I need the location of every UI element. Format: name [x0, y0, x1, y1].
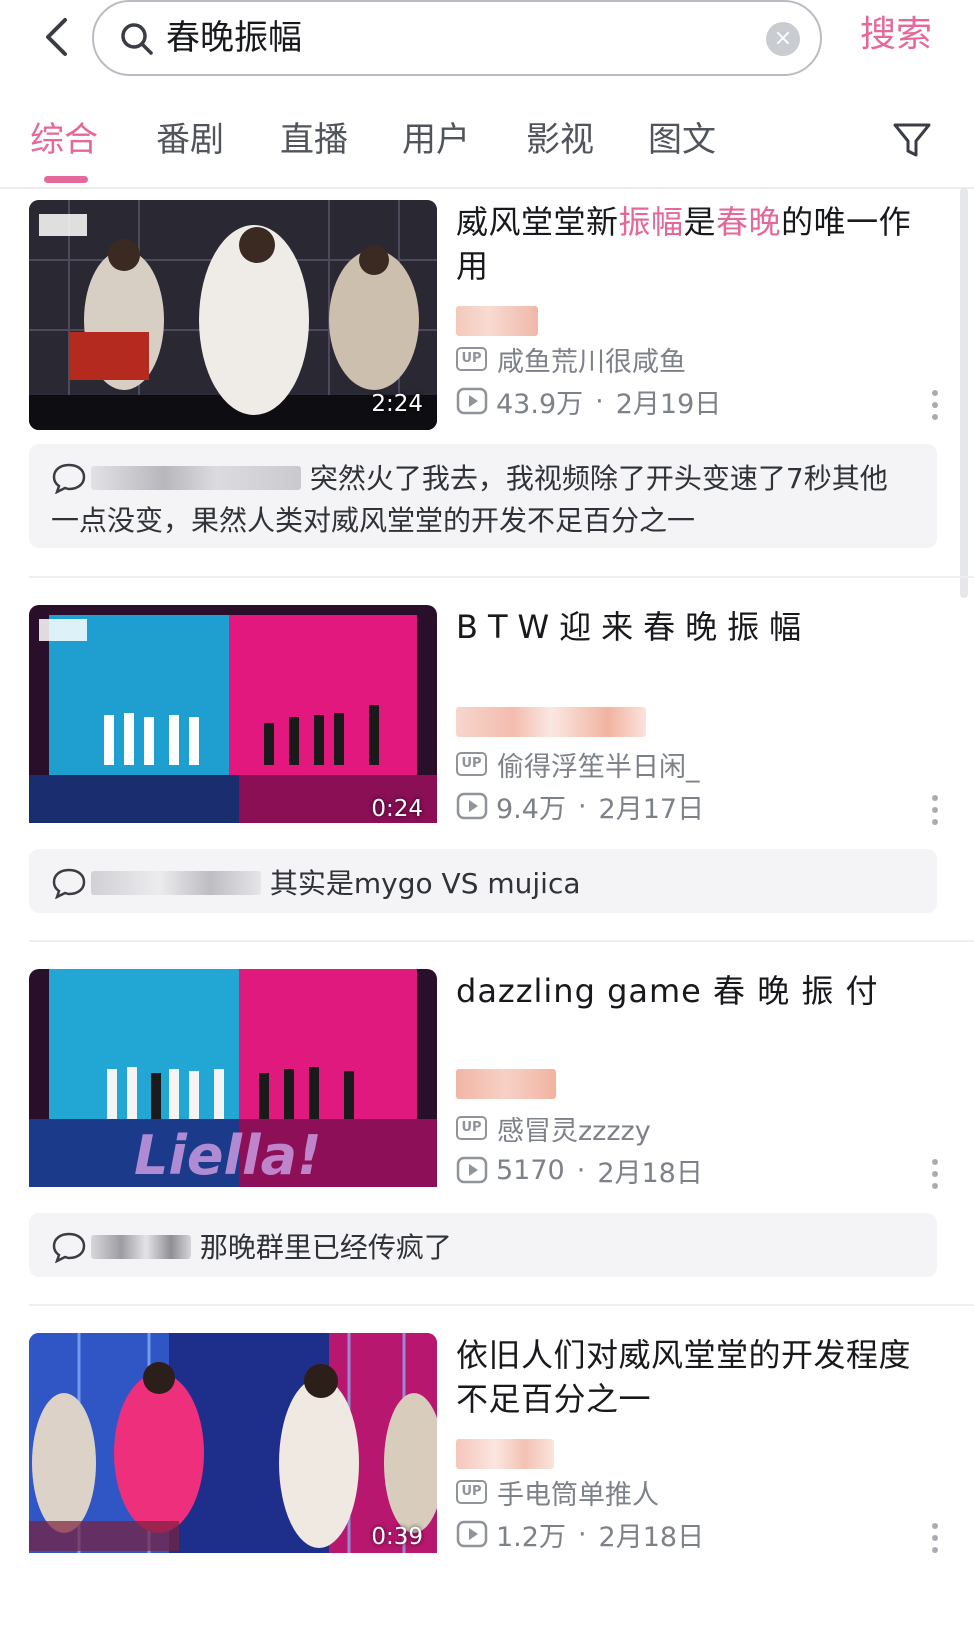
play-count-icon: [456, 1156, 488, 1184]
blurred-tag: [456, 306, 538, 336]
view-count: 1.2万: [496, 1521, 566, 1553]
blurred-tag: [456, 1069, 556, 1099]
video-title[interactable]: 威风堂堂新振幅是春晚的唯一作用: [456, 200, 936, 288]
svg-text:Liella!: Liella!: [134, 1124, 322, 1187]
more-vertical-icon[interactable]: [930, 1157, 940, 1191]
title-segment: 威风堂堂新: [456, 203, 619, 241]
search-tabs: 综合 番剧 直播 用户 影视 图文: [0, 110, 974, 186]
item-divider: [29, 576, 974, 578]
stats-row: 9.4万 · 2月17日: [456, 787, 704, 825]
view-count: 9.4万: [496, 793, 566, 825]
uploader-row[interactable]: UP 咸鱼荒川很咸鱼: [456, 340, 686, 378]
blurred-username: [91, 1235, 191, 1259]
video-title[interactable]: dazzling game 春 晚 振 付: [456, 969, 936, 1013]
uploader-name[interactable]: 偷得浮笙半日闲_: [497, 745, 700, 784]
more-vertical-icon[interactable]: [930, 1521, 940, 1555]
video-thumbnail[interactable]: 0:24: [29, 605, 437, 835]
separator-dot: ·: [576, 1154, 586, 1186]
view-count: 43.9万: [496, 388, 584, 420]
uploader-row[interactable]: UP 手电筒单推人: [456, 1473, 659, 1511]
active-tab-indicator: [44, 176, 88, 183]
video-duration: 0:39: [371, 1524, 423, 1550]
comment-icon: [52, 1232, 86, 1263]
uploader-name[interactable]: 手电筒单推人: [497, 1473, 659, 1512]
play-count-icon: [456, 792, 488, 820]
tab-anime[interactable]: 番剧: [156, 116, 224, 164]
separator-dot: ·: [577, 1518, 587, 1550]
video-thumbnail[interactable]: 2:24: [29, 200, 437, 430]
tab-users[interactable]: 用户: [402, 116, 470, 164]
title-highlight: 振幅: [618, 203, 684, 241]
stats-row: 5170 · 2月18日: [456, 1151, 703, 1189]
blurred-username: [91, 871, 261, 895]
blurred-username: [91, 466, 301, 490]
tab-articles[interactable]: 图文: [648, 116, 716, 164]
title-highlight: 春晚: [716, 203, 782, 241]
item-divider: [29, 940, 974, 942]
search-query-text[interactable]: 春晚振幅: [166, 14, 302, 62]
top-comment[interactable]: 其实是mygo VS mujica: [29, 849, 937, 913]
video-duration: 0:24: [371, 796, 423, 822]
up-badge-icon: UP: [456, 752, 487, 776]
uploader-row[interactable]: UP 偷得浮笙半日闲_: [456, 745, 700, 783]
more-vertical-icon[interactable]: [930, 388, 940, 422]
item-divider: [29, 1304, 974, 1306]
title-segment: 依旧人们对威风堂堂的开发程度不足百分之一: [456, 1336, 912, 1418]
uploader-name[interactable]: 咸鱼荒川很咸鱼: [497, 340, 686, 379]
tab-all[interactable]: 综合: [30, 116, 98, 164]
tab-movies[interactable]: 影视: [526, 116, 594, 164]
stats-row: 1.2万 · 2月18日: [456, 1515, 704, 1553]
stats-row: 43.9万 · 2月19日: [456, 382, 721, 420]
uploader-name[interactable]: 感冒灵zzzzy: [497, 1109, 651, 1148]
search-button[interactable]: 搜索: [860, 10, 932, 60]
up-badge-icon: UP: [456, 1480, 487, 1504]
top-comment[interactable]: 突然火了我去，我视频除了开头变速了7秒其他一点没变，果然人类对威风堂堂的开发不足…: [29, 444, 937, 548]
clear-icon[interactable]: ×: [766, 22, 800, 56]
top-comment[interactable]: 那晚群里已经传疯了: [29, 1213, 937, 1277]
search-icon: [121, 23, 153, 55]
blurred-tag: [456, 707, 646, 737]
tab-live[interactable]: 直播: [280, 116, 348, 164]
chevron-left-icon: [46, 18, 67, 56]
title-segment: 是: [683, 203, 717, 241]
upload-date: 2月18日: [598, 1521, 705, 1553]
tabs-divider: [0, 187, 974, 189]
play-count-icon: [456, 1520, 488, 1548]
upload-date: 2月17日: [598, 793, 705, 825]
uploader-row[interactable]: UP 感冒灵zzzzy: [456, 1109, 651, 1147]
up-badge-icon: UP: [456, 347, 487, 371]
scrollbar[interactable]: [960, 188, 968, 598]
comment-icon: [52, 868, 86, 899]
upload-date: 2月19日: [615, 388, 722, 420]
title-segment: BTW迎来春晚振幅: [456, 608, 812, 646]
blurred-tag: [456, 1439, 554, 1469]
more-vertical-icon[interactable]: [930, 793, 940, 827]
separator-dot: ·: [595, 385, 604, 417]
separator-dot: ·: [577, 790, 587, 822]
comment-icon: [52, 463, 86, 494]
comment-text: 其实是mygo VS mujica: [269, 867, 581, 900]
search-header: 春晚振幅 × 搜索: [0, 0, 974, 82]
play-count-icon: [456, 387, 488, 415]
view-count: 5170: [496, 1154, 565, 1186]
upload-date: 2月18日: [597, 1157, 703, 1189]
comment-text: 那晚群里已经传疯了: [199, 1231, 452, 1264]
video-thumbnail[interactable]: 0:39: [29, 1333, 437, 1563]
video-title[interactable]: 依旧人们对威风堂堂的开发程度不足百分之一: [456, 1333, 936, 1421]
filter-icon[interactable]: [890, 118, 934, 162]
title-segment: dazzling game 春 晚 振 付: [456, 972, 879, 1010]
video-title[interactable]: BTW迎来春晚振幅: [456, 605, 936, 649]
video-thumbnail[interactable]: Liella!: [29, 969, 437, 1199]
up-badge-icon: UP: [456, 1116, 487, 1140]
video-duration: 2:24: [371, 391, 423, 417]
search-input[interactable]: 春晚振幅 ×: [92, 0, 822, 76]
back-button[interactable]: [36, 12, 76, 62]
